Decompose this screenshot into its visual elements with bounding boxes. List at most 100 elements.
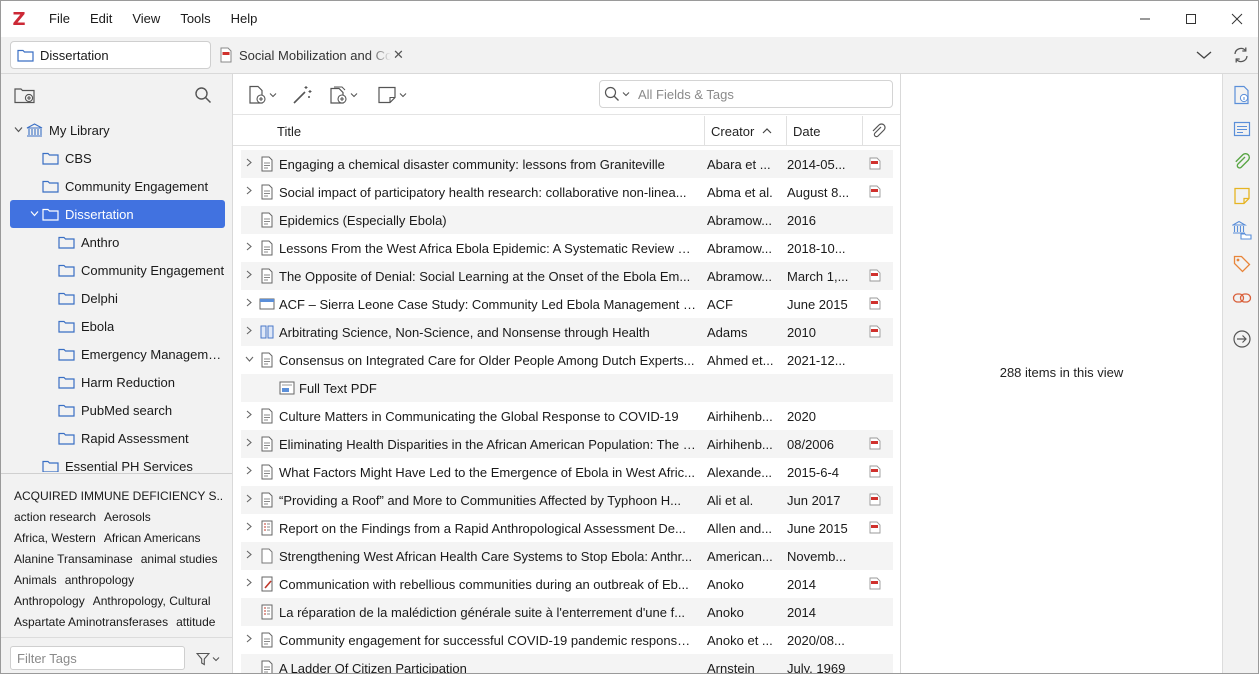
expand-item-toggle[interactable] [241,242,257,254]
expand-item-toggle[interactable] [241,298,257,310]
item-row[interactable]: La réparation de la malédiction générale… [241,598,893,626]
new-note-button[interactable] [377,82,407,108]
close-window-button[interactable] [1214,1,1258,37]
new-item-button[interactable] [247,82,277,108]
collection-emergency-management[interactable]: Emergency Manageme... [10,340,225,368]
menu-help[interactable]: Help [221,4,268,34]
pane-splitter[interactable] [1,473,232,474]
expand-item-toggle[interactable] [241,466,257,478]
item-row[interactable]: A Ladder Of Citizen Participation Arnstei… [241,654,893,673]
tag-item[interactable]: Anthropology [14,591,85,612]
sidenav-attachments-button[interactable] [1230,150,1254,174]
collection-anthro[interactable]: Anthro [10,228,225,256]
tag-item[interactable]: African Americans [104,528,201,549]
tab-library[interactable]: Dissertation [10,41,211,69]
tag-item[interactable]: Aspartate Aminotransferases [14,612,168,633]
minimize-button[interactable] [1122,1,1168,37]
collection-my-library[interactable]: My Library [10,116,225,144]
item-row[interactable]: ACF – Sierra Leone Case Study: Community… [241,290,893,318]
tab-list-button[interactable] [1189,42,1219,68]
collection-delphi[interactable]: Delphi [10,284,225,312]
collection-pubmed-search[interactable]: PubMed search [10,396,225,424]
tag-item[interactable]: Alanine Transaminase [14,549,133,570]
tag-actions-button[interactable] [192,648,224,670]
item-row[interactable]: Communication with rebellious communitie… [241,570,893,598]
chevron-down-icon[interactable] [622,91,630,97]
expand-item-toggle[interactable] [241,634,257,646]
menu-edit[interactable]: Edit [80,4,122,34]
item-row[interactable]: Report on the Findings from a Rapid Anth… [241,514,893,542]
pdf-attachment-icon[interactable] [869,493,883,507]
collapse-toggle-icon[interactable] [10,125,26,136]
pdf-attachment-icon[interactable] [869,465,883,479]
menu-file[interactable]: File [39,4,80,34]
pdf-attachment-icon[interactable] [869,521,883,535]
tag-item[interactable]: ACQUIRED IMMUNE DEFICIENCY S... [14,486,224,507]
column-creator[interactable]: Creator [705,116,787,146]
collection-essential-ph-services[interactable]: Essential PH Services [10,452,225,472]
item-row[interactable]: Consensus on Integrated Care for Older P… [241,346,893,374]
new-collection-button[interactable] [12,83,38,107]
item-row[interactable]: Engaging a chemical disaster community: … [241,150,893,178]
item-search-input[interactable] [638,86,878,102]
item-row[interactable]: Community engagement for successful COVI… [241,626,893,654]
expand-item-toggle[interactable] [241,578,257,590]
sidenav-tags-button[interactable] [1230,252,1254,276]
collection-cbs[interactable]: CBS [10,144,225,172]
sidenav-notes-button[interactable] [1230,184,1254,208]
sidenav-abstract-button[interactable] [1230,117,1254,141]
collapse-toggle-icon[interactable] [26,209,42,220]
expand-item-toggle[interactable] [241,158,257,170]
item-row[interactable]: Lessons From the West Africa Ebola Epide… [241,234,893,262]
collection-ebola[interactable]: Ebola [10,312,225,340]
sidenav-locate-button[interactable] [1230,327,1254,351]
pdf-attachment-icon[interactable] [869,157,883,171]
tag-item[interactable]: Animals [14,570,57,591]
collection-community-engagement-sub[interactable]: Community Engagement [10,256,225,284]
sidenav-related-button[interactable] [1230,286,1254,310]
tag-item[interactable]: Aerosols [104,507,151,528]
item-row[interactable]: Strengthening West African Health Care S… [241,542,893,570]
expand-item-toggle[interactable] [241,550,257,562]
item-row[interactable]: The Opposite of Denial: Social Learning … [241,262,893,290]
tag-item[interactable]: Africa, Western [14,528,96,549]
pdf-attachment-icon[interactable] [869,437,883,451]
item-row[interactable]: “Providing a Roof” and More to Communiti… [241,486,893,514]
item-row[interactable]: What Factors Might Have Led to the Emerg… [241,458,893,486]
column-title[interactable]: Title [271,116,705,146]
add-attachment-button[interactable] [328,82,358,108]
column-date[interactable]: Date [787,116,863,146]
item-search-box[interactable] [599,80,893,108]
pdf-attachment-icon[interactable] [869,185,883,199]
tag-item[interactable]: anthropology [65,570,134,591]
collection-rapid-assessment[interactable]: Rapid Assessment [10,424,225,452]
pdf-attachment-icon[interactable] [869,269,883,283]
add-by-identifier-button[interactable] [291,82,313,108]
item-row[interactable]: Social impact of participatory health re… [241,178,893,206]
pdf-attachment-icon[interactable] [869,325,883,339]
collection-dissertation[interactable]: Dissertation [10,200,225,228]
expand-item-toggle[interactable] [241,186,257,198]
sidenav-info-button[interactable] [1230,83,1254,107]
tag-item[interactable]: animal studies [141,549,218,570]
tag-item[interactable]: action research [14,507,96,528]
collapse-item-toggle[interactable] [241,355,257,366]
collection-harm-reduction[interactable]: Harm Reduction [10,368,225,396]
pdf-attachment-icon[interactable] [869,577,883,591]
tag-item[interactable]: Anthropology, Cultural [93,591,211,612]
maximize-button[interactable] [1168,1,1214,37]
expand-item-toggle[interactable] [241,326,257,338]
item-row[interactable]: Culture Matters in Communicating the Glo… [241,402,893,430]
expand-item-toggle[interactable] [241,438,257,450]
tag-item[interactable]: attitude [176,612,215,633]
menu-view[interactable]: View [122,4,170,34]
column-attachments[interactable] [863,116,893,146]
tab-close-icon[interactable]: ✕ [393,47,404,63]
expand-item-toggle[interactable] [241,522,257,534]
collection-community-engagement[interactable]: Community Engagement [10,172,225,200]
tab-document[interactable]: Social Mobilization and Community Engage… [219,41,409,69]
child-attachment-row[interactable]: Full Text PDF [241,374,893,402]
item-row[interactable]: Epidemics (Especially Ebola) Abramow... 20… [241,206,893,234]
sidenav-libraries-collections-button[interactable] [1230,218,1254,242]
sync-button[interactable] [1227,42,1255,68]
